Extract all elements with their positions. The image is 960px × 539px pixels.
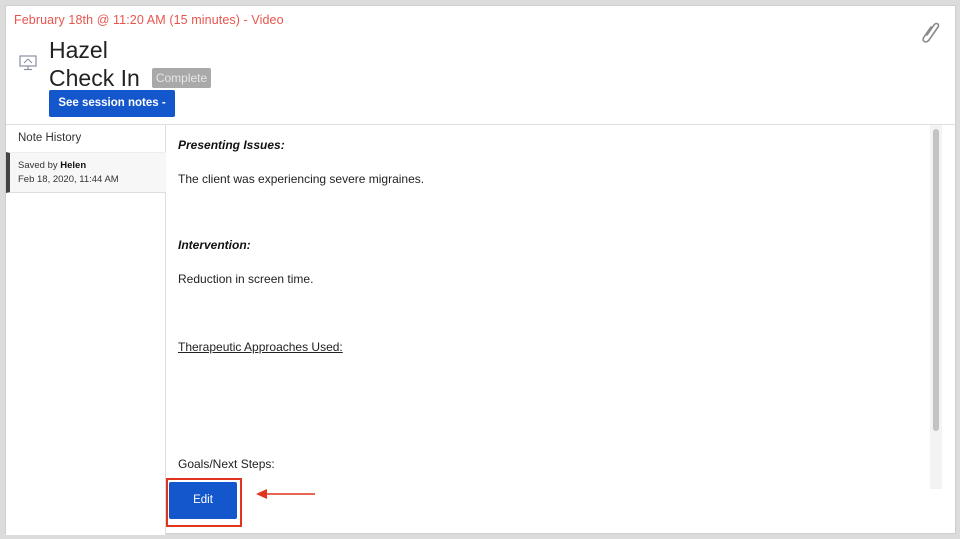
goals-heading: Goals/Next Steps: — [178, 457, 275, 471]
intervention-heading: Intervention: — [178, 238, 251, 252]
presenting-issues-heading: Presenting Issues: — [178, 138, 285, 152]
edit-button[interactable]: Edit — [169, 482, 237, 519]
note-history-sidebar: Note History Saved by Helen Feb 18, 2020… — [6, 125, 166, 535]
client-name: Hazel — [49, 37, 108, 63]
intervention-text: Reduction in screen time. — [178, 272, 314, 286]
note-history-item[interactable]: Saved by Helen Feb 18, 2020, 11:44 AM — [6, 152, 166, 193]
session-card: February 18th @ 11:20 AM (15 minutes) - … — [5, 5, 956, 535]
status-badge: Complete — [152, 68, 211, 88]
note-history-title: Note History — [18, 132, 82, 144]
saved-by-line: Saved by Helen — [18, 160, 86, 171]
session-header: February 18th @ 11:20 AM (15 minutes) - … — [6, 6, 955, 125]
note-scrollbar[interactable] — [930, 125, 942, 489]
saved-by-prefix: Saved by — [18, 160, 61, 171]
see-session-notes-button[interactable]: See session notes - — [49, 90, 175, 117]
paperclip-icon[interactable] — [920, 19, 942, 45]
session-meta: February 18th @ 11:20 AM (15 minutes) - … — [14, 13, 284, 27]
scroll-thumb[interactable] — [933, 129, 939, 431]
note-content: Presenting Issues: The client was experi… — [167, 125, 947, 489]
monitor-icon — [19, 55, 37, 71]
therapeutic-approaches-heading: Therapeutic Approaches Used: — [178, 340, 343, 354]
saved-by-name: Helen — [60, 160, 87, 171]
annotation-arrow — [256, 489, 315, 499]
presenting-issues-text: The client was experiencing severe migra… — [178, 172, 425, 186]
session-type: Check In — [49, 65, 140, 91]
saved-date: Feb 18, 2020, 11:44 AM — [18, 174, 119, 185]
